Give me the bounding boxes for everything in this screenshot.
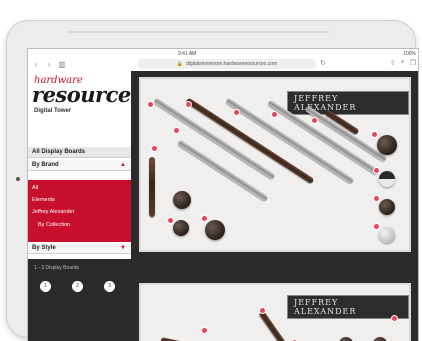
back-icon[interactable]: ‹ [31,60,41,69]
pull-product[interactable] [177,139,269,202]
lock-icon: 🔒 [176,61,184,67]
address-bar[interactable]: 🔒 digitalshowroom.hardwareresources.com [138,59,316,69]
hotspot-tag[interactable] [151,145,158,152]
brand-submenu: All Elements Jeffrey Alexander By Collec… [28,180,131,242]
hotspot-tag[interactable] [311,117,318,124]
hotspot-tag[interactable] [185,101,192,108]
hotspot-tag[interactable] [373,223,380,230]
url-text: digitalshowroom.hardwareresources.com [186,61,278,67]
menu-all-display-boards[interactable]: All Display Boards [28,147,131,158]
brand-item-label: Elements [32,197,55,203]
page-dot-2[interactable]: 2 [72,281,83,292]
hotspot-tag[interactable] [147,101,154,108]
board-selector: 1 - 3 Display Boards 1 2 3 [28,259,131,341]
brand-item-label: By Collection [38,222,71,228]
brand-item-elements[interactable]: Elements [28,194,131,205]
new-tab-icon[interactable]: + [401,59,405,67]
knob-product[interactable] [377,135,397,155]
share-icon[interactable]: ⇧ [390,59,396,67]
forward-icon[interactable]: › [44,60,54,69]
hotspot-tag[interactable] [391,315,398,322]
hotspot-tag[interactable] [373,195,380,202]
caret-up-icon: ▲ [120,162,126,168]
hotspot-tag[interactable] [201,327,208,334]
menu-by-style[interactable]: By Style ▼ [28,243,131,254]
knob-product[interactable] [379,171,395,187]
knob-product[interactable] [373,337,387,341]
display-board-2: JEFFREY ALEXANDER [139,283,411,341]
pull-product[interactable] [258,310,287,341]
menu-by-brand[interactable]: By Brand ▲ [28,160,131,171]
hotspot-tag[interactable] [167,217,174,224]
hotspot-tag[interactable] [259,307,266,314]
board-count-label: 1 - 3 Display Boards [34,265,80,271]
main-content: JEFFREY ALEXANDER JEFFREY ALEXANDER [131,71,418,341]
browser-toolbar: ‹ › ▥ 🔒 digitalshowroom.hardwareresource… [28,57,418,71]
brand-item-all[interactable]: All [28,182,131,193]
tabs-icon[interactable]: ❐ [410,59,416,67]
camera-icon [16,177,20,181]
hotspot-tag[interactable] [271,111,278,118]
knob-product[interactable] [173,220,189,236]
bookmarks-icon[interactable]: ▥ [57,60,67,69]
knob-product[interactable] [205,220,225,240]
sidebar: hardware resources Digital Tower All Dis… [28,71,143,341]
pull-product-vertical[interactable] [149,157,155,217]
hotspot-tag[interactable] [233,109,240,116]
brand-item-label: All [32,185,39,191]
pull-product[interactable] [160,337,201,341]
bezel-line [67,31,329,33]
caret-down-icon: ▼ [120,245,126,251]
logo[interactable]: hardware resources Digital Tower [32,75,143,127]
knob-product[interactable] [173,191,191,209]
knob-product[interactable] [379,199,395,215]
reload-icon[interactable]: ↻ [320,59,326,67]
menu-label: By Style [32,245,56,251]
browser-actions: ⇧ + ❐ [390,59,416,67]
knob-product[interactable] [339,337,353,341]
tablet-frame: 9:41 AM 100% ‹ › ▥ 🔒 digitalshowroom.har… [6,20,419,341]
brand-item-by-collection[interactable]: By Collection [28,219,131,230]
brand-item-jeffrey-alexander[interactable]: Jeffrey Alexander [28,206,131,217]
page-dot-3[interactable]: 3 [104,281,115,292]
hotspot-tag[interactable] [371,131,378,138]
brand-plate: JEFFREY ALEXANDER [287,295,409,319]
menu-label: By Brand [32,162,59,168]
page-dot-1[interactable]: 1 [40,281,51,292]
knob-product[interactable] [379,227,395,243]
display-board-1: JEFFREY ALEXANDER [139,77,411,252]
menu-label: All Display Boards [32,149,86,155]
logo-subtitle: Digital Tower [34,108,72,114]
hotspot-tag[interactable] [201,215,208,222]
brand-item-label: Jeffrey Alexander [32,209,75,215]
screen: 9:41 AM 100% ‹ › ▥ 🔒 digitalshowroom.har… [27,48,419,341]
hotspot-tag[interactable] [373,167,380,174]
hotspot-tag[interactable] [173,127,180,134]
logo-main: resources [32,82,143,107]
